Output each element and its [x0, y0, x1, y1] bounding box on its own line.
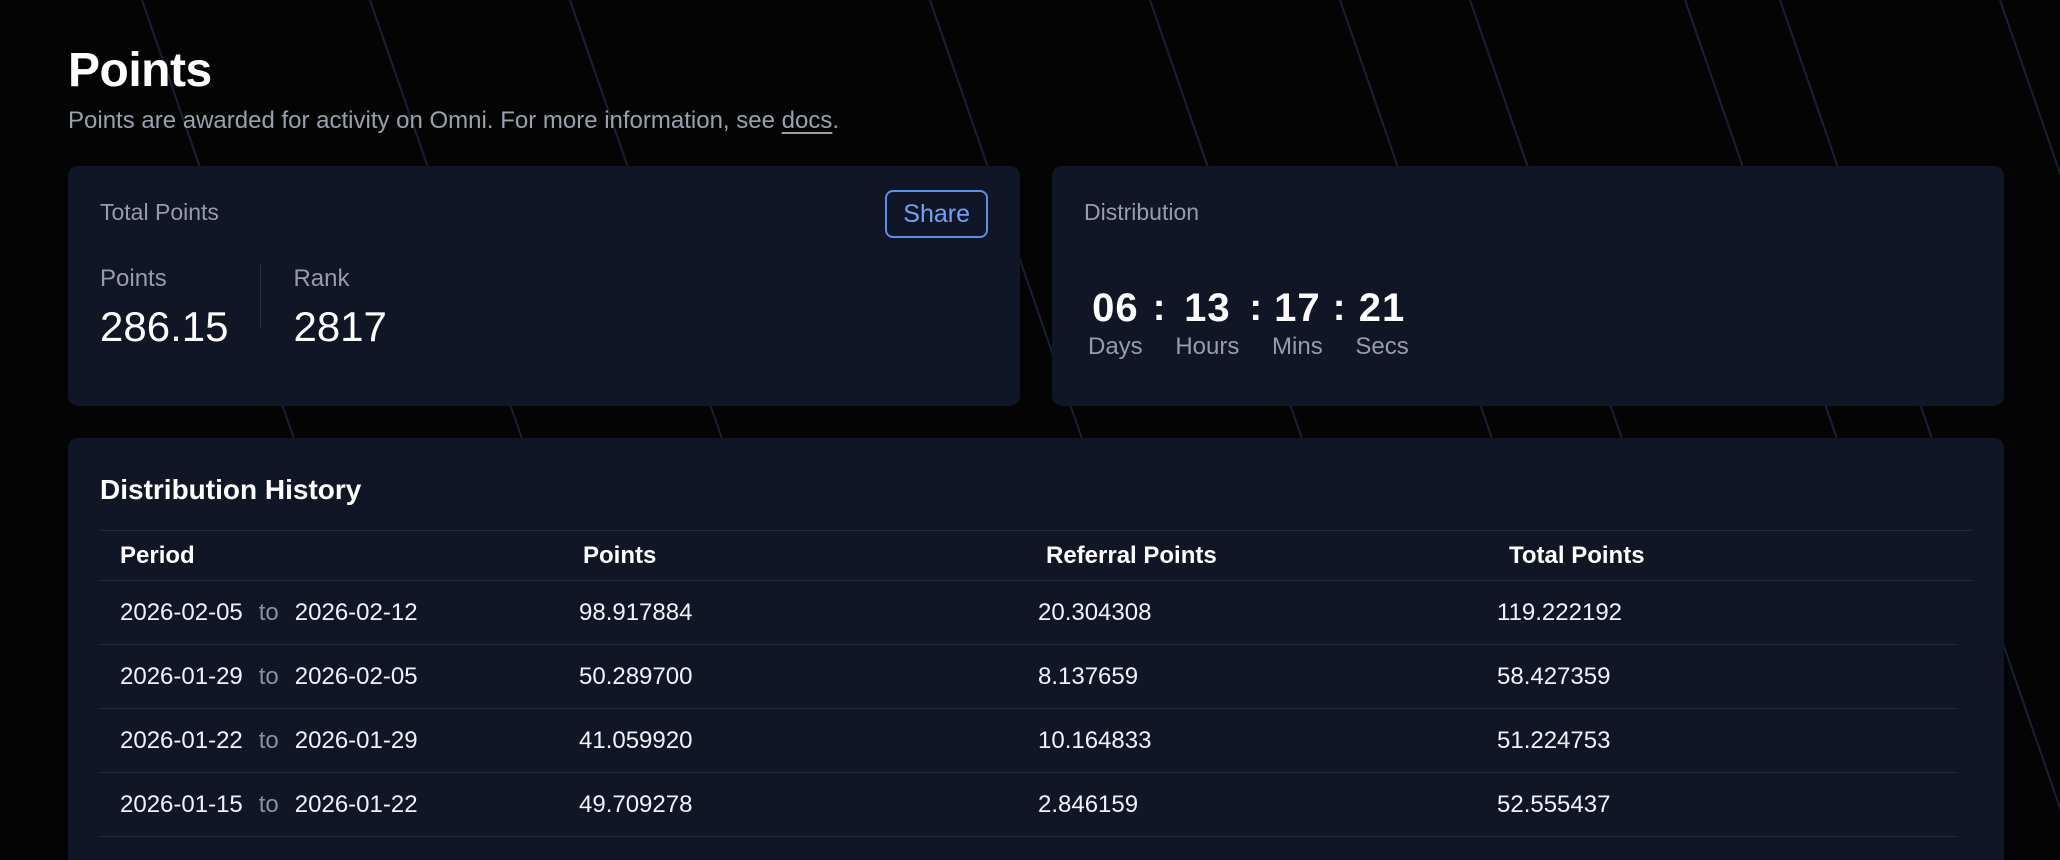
countdown-hours-label: Hours	[1175, 333, 1240, 360]
countdown-hours: 13 Hours	[1175, 286, 1239, 362]
points-cell: 49.709278	[579, 790, 693, 818]
countdown-mins: 17 Mins	[1272, 286, 1323, 362]
points-stat-label: Points	[100, 265, 167, 292]
points-cell: 50.289700	[579, 662, 693, 690]
period-end: 2026-01-29	[294, 726, 418, 754]
total-points-cell: 58.427359	[1497, 662, 1611, 690]
points-cell: 98.917884	[579, 598, 693, 626]
countdown-hours-value: 13	[1184, 286, 1231, 330]
period-end: 2026-01-22	[294, 790, 418, 818]
distribution-history-title: Distribution History	[100, 474, 362, 505]
points-page: Points Points are awarded for activity o…	[0, 0, 2060, 860]
referral-points-cell: 2.846159	[1038, 790, 1139, 818]
total-points-card-title: Total Points	[100, 199, 219, 225]
docs-link[interactable]: docs	[782, 107, 833, 134]
table-row: 2026-01-29 to 2026-02-05 50.289700 8.13765…	[100, 645, 1956, 709]
subtitle-text: Points are awarded for activity on Omni.…	[68, 107, 782, 134]
summary-cards: Total Points Share Points 286.15 Rank 28…	[68, 166, 2004, 406]
referral-points-cell: 20.304308	[1038, 598, 1152, 626]
points-cell: 41.059920	[579, 726, 693, 754]
rank-stat-label: Rank	[293, 265, 350, 292]
countdown-mins-value: 17	[1274, 286, 1321, 330]
period-to: to	[258, 598, 279, 626]
points-stat: Points 286.15	[100, 264, 262, 350]
period-to: to	[258, 790, 279, 818]
period-start: 2026-02-05	[120, 598, 243, 626]
referral-points-cell: 10.164833	[1038, 726, 1152, 754]
rank-stat-value: 2817	[293, 303, 387, 350]
column-header-period: Period	[120, 541, 195, 569]
countdown-days: 06 Days	[1088, 286, 1143, 362]
table-row: 2026-02-05 to 2026-02-12 98.917884 20.3043…	[100, 581, 1956, 645]
distribution-countdown: 06 Days : 13 Hours : 17 Mins : 21 Secs	[1088, 286, 1972, 362]
page-title: Points	[68, 44, 212, 97]
page-subtitle: Points are awarded for activity on Omni.…	[68, 104, 2004, 138]
distribution-history-table: Period Points Referral Points Total Poin…	[100, 530, 1972, 837]
column-header-total-points: Total Points	[1509, 541, 1645, 569]
countdown-separator: :	[1249, 287, 1263, 329]
total-points-card: Total Points Share Points 286.15 Rank 28…	[68, 166, 1020, 406]
total-points-cell: 119.222192	[1497, 598, 1623, 626]
total-points-cell: 51.224753	[1497, 726, 1611, 754]
column-header-points: Points	[583, 541, 657, 569]
period-start: 2026-01-15	[120, 790, 243, 818]
share-button[interactable]: Share	[885, 190, 988, 238]
period-end: 2026-02-12	[294, 598, 418, 626]
period-cell: 2026-02-05 to 2026-02-12	[120, 599, 579, 627]
points-stats: Points 286.15 Rank 2817	[100, 264, 988, 352]
table-row: 2026-01-22 to 2026-01-29 41.059920 10.1648…	[100, 709, 1956, 773]
distribution-card: Distribution 06 Days : 13 Hours : 17 Min…	[1052, 166, 2004, 406]
countdown-separator: :	[1332, 287, 1346, 329]
countdown-secs-label: Secs	[1355, 333, 1409, 360]
referral-points-cell: 8.137659	[1038, 662, 1139, 690]
period-cell: 2026-01-15 to 2026-01-22	[120, 791, 579, 819]
countdown-secs-value: 21	[1358, 286, 1406, 330]
rank-stat: Rank 2817	[261, 264, 386, 352]
period-end: 2026-02-05	[294, 662, 418, 690]
period-to: to	[258, 726, 279, 754]
countdown-days-label: Days	[1088, 333, 1143, 360]
distribution-card-title: Distribution	[1084, 199, 1200, 225]
subtitle-period: .	[832, 107, 839, 134]
period-cell: 2026-01-29 to 2026-02-05	[120, 663, 579, 691]
period-cell: 2026-01-22 to 2026-01-29	[120, 727, 579, 755]
table-header-row: Period Points Referral Points Total Poin…	[100, 531, 1972, 581]
main-content: Points Points are awarded for activity o…	[68, 40, 2004, 860]
period-start: 2026-01-22	[120, 726, 243, 754]
total-points-cell: 52.555437	[1497, 790, 1611, 818]
points-stat-value: 286.15	[100, 303, 229, 350]
countdown-mins-label: Mins	[1272, 333, 1323, 360]
countdown-separator: :	[1152, 287, 1166, 329]
countdown-days-value: 06	[1092, 286, 1139, 330]
period-to: to	[258, 662, 279, 690]
distribution-history-card: Distribution History Period Points Refer…	[68, 438, 2004, 860]
countdown-secs: 21 Secs	[1355, 286, 1408, 362]
period-start: 2026-01-29	[120, 662, 243, 690]
table-row: 2026-01-15 to 2026-01-22 49.709278 2.84615…	[100, 773, 1956, 837]
column-header-referral-points: Referral Points	[1046, 541, 1217, 569]
